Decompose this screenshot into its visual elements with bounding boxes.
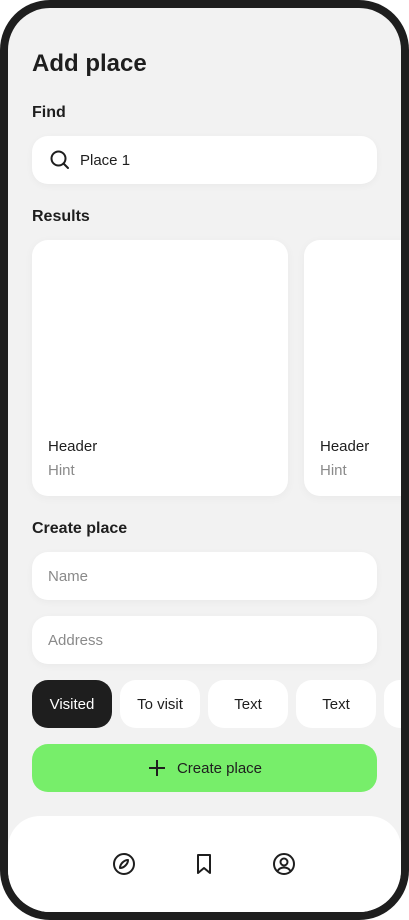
search-input[interactable] [80, 151, 377, 169]
name-input[interactable] [48, 567, 377, 585]
chip-more[interactable] [384, 680, 401, 728]
screen: Add place Find Results Header Hint Heade… [8, 8, 401, 912]
chip-text[interactable]: Text [208, 680, 288, 728]
chip-text[interactable]: Text [296, 680, 376, 728]
card-hint: Hint [320, 462, 347, 479]
results-label: Results [32, 208, 90, 225]
bottom-nav [8, 816, 401, 912]
bookmark-icon[interactable] [192, 852, 216, 876]
create-place-button[interactable]: Create place [32, 744, 377, 792]
name-field[interactable] [32, 552, 377, 600]
plus-icon [148, 760, 165, 776]
card-header: Header [48, 438, 98, 455]
search-icon [50, 150, 69, 169]
chip-visited[interactable]: Visited [32, 680, 112, 728]
result-card[interactable]: Header Hint [304, 240, 401, 496]
phone-frame: Add place Find Results Header Hint Heade… [0, 0, 409, 920]
compass-icon[interactable] [112, 852, 136, 876]
address-field[interactable] [32, 616, 377, 664]
search-field[interactable] [32, 136, 377, 184]
find-label: Find [32, 104, 66, 121]
page-title: Add place [32, 50, 147, 77]
card-header: Header [320, 438, 370, 455]
result-card[interactable]: Header Hint [32, 240, 288, 496]
address-input[interactable] [48, 631, 377, 649]
chip-to-visit[interactable]: To visit [120, 680, 200, 728]
profile-icon[interactable] [272, 852, 296, 876]
create-place-button-label: Create place [176, 759, 263, 777]
card-hint: Hint [48, 462, 75, 479]
create-place-label: Create place [32, 520, 128, 537]
